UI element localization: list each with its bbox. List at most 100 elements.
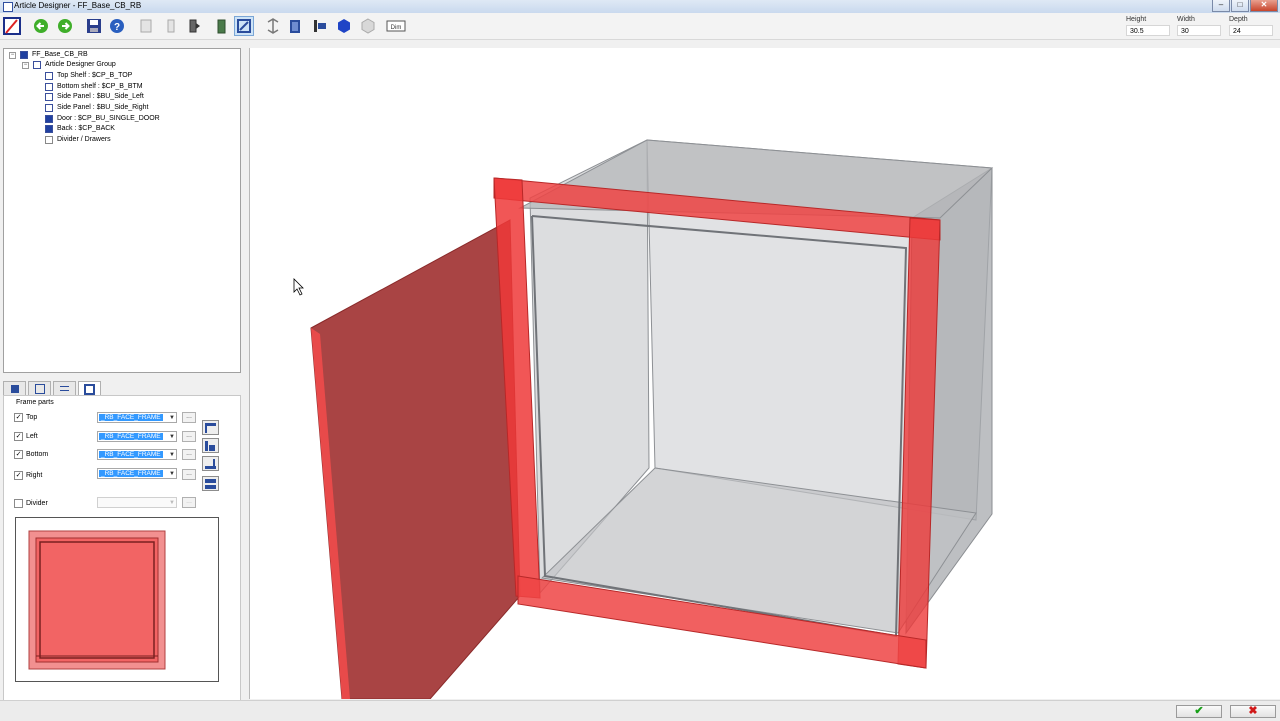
- chevron-down-icon: ▼: [169, 452, 175, 458]
- tree-item-door[interactable]: Door : $CP_BU_SINGLE_DOOR: [45, 114, 160, 124]
- right-frame-select[interactable]: _RB_FACE_FRAME ▼: [97, 468, 177, 479]
- tree-item-top-shelf[interactable]: Top Shelf : $CP_B_TOP: [45, 71, 132, 81]
- divider-browse-button[interactable]: ...: [182, 497, 196, 508]
- root-expander[interactable]: −: [9, 52, 16, 59]
- svg-text:Dim: Dim: [391, 25, 402, 31]
- panel-a-icon[interactable]: [136, 16, 156, 36]
- chevron-down-icon: ▼: [169, 434, 175, 440]
- hexagon-icon[interactable]: [334, 16, 354, 36]
- app-icon: [3, 2, 13, 12]
- shelf-icon: [45, 72, 53, 80]
- tree-item-divider[interactable]: Divider / Drawers: [45, 135, 111, 145]
- ok-button[interactable]: ✔: [1176, 705, 1222, 718]
- tab-frame[interactable]: [78, 381, 101, 396]
- tab-person[interactable]: [28, 381, 51, 395]
- tab-book[interactable]: [3, 381, 26, 395]
- left-frame-select[interactable]: _RB_FACE_FRAME ▼: [97, 431, 177, 442]
- group-icon: [33, 61, 41, 69]
- tree-root[interactable]: FF_Base_CB_RB: [20, 50, 88, 60]
- divider-select[interactable]: ▼: [97, 497, 177, 508]
- top-browse-button[interactable]: ...: [182, 412, 196, 423]
- divider-label: Divider: [26, 500, 48, 507]
- width-field[interactable]: 30: [1177, 25, 1221, 36]
- door-icon[interactable]: [285, 16, 305, 36]
- bottom-frame-select[interactable]: _RB_FACE_FRAME ▼: [97, 449, 177, 460]
- tree-root-label: FF_Base_CB_RB: [32, 51, 88, 58]
- height-field[interactable]: 30.5: [1126, 25, 1170, 36]
- left-checkbox[interactable]: ✓: [14, 432, 23, 441]
- cabinet-3d-view: [293, 139, 994, 700]
- right-checkbox[interactable]: ✓: [14, 471, 23, 480]
- door-icon: [45, 115, 53, 123]
- drawers-icon: [45, 136, 53, 144]
- side-panel-icon: [45, 104, 53, 112]
- help-icon[interactable]: ?: [107, 16, 127, 36]
- save-icon[interactable]: [84, 16, 104, 36]
- panel-b-icon[interactable]: [160, 16, 180, 36]
- window-controls: – □ ✕: [1211, 0, 1278, 12]
- cancel-button[interactable]: ✖: [1230, 705, 1276, 718]
- tab-resize[interactable]: [53, 381, 76, 395]
- minimize-button[interactable]: –: [1212, 0, 1230, 12]
- article-tree: − FF_Base_CB_RB − Article Designer Group…: [3, 48, 241, 373]
- top-checkbox[interactable]: ✓: [14, 413, 23, 422]
- frame-select-icon[interactable]: [234, 16, 254, 36]
- right-browse-button[interactable]: ...: [182, 469, 196, 480]
- frame-left-button[interactable]: [202, 438, 219, 453]
- tree-item-label: Divider / Drawers: [57, 136, 111, 143]
- toolbar: ? Dim Height 30.5 Width 30 Depth 24: [0, 13, 1280, 40]
- maximize-button[interactable]: □: [1231, 0, 1249, 12]
- top-frame-select[interactable]: _RB_FACE_FRAME ▼: [97, 412, 177, 423]
- width-label: Width: [1177, 16, 1195, 23]
- chevron-down-icon: ▼: [169, 500, 175, 506]
- tree-item-label: Door : $CP_BU_SINGLE_DOOR: [57, 115, 160, 122]
- frame-properties-panel: Frame parts ✓ Top _RB_FACE_FRAME ▼ ... ✓ …: [3, 395, 241, 715]
- bottom-browse-button[interactable]: ...: [182, 449, 196, 460]
- frame-icon: [84, 383, 95, 395]
- dimension-icon[interactable]: Dim: [385, 16, 407, 36]
- cursor-icon: [293, 278, 304, 296]
- bottom-label: Bottom: [26, 451, 49, 458]
- tree-item-side-right[interactable]: Side Panel : $BU_Side_Right: [45, 103, 148, 113]
- tree-group[interactable]: Article Designer Group: [33, 60, 116, 70]
- height-label: Height: [1126, 16, 1147, 23]
- align-icon[interactable]: [310, 16, 330, 36]
- tree-item-side-left[interactable]: Side Panel : $BU_Side_Left: [45, 92, 144, 102]
- tree-item-bottom-shelf[interactable]: Bottom shelf : $CP_B_BTM: [45, 82, 143, 92]
- tree-item-back[interactable]: Back : $CP_BACK: [45, 124, 115, 134]
- frame-bottom-button[interactable]: [202, 456, 219, 471]
- split-icon[interactable]: [263, 16, 283, 36]
- chevron-down-icon: ▼: [169, 415, 175, 421]
- window-title: Article Designer - FF_Base_CB_RB: [14, 1, 142, 10]
- title-bar: Article Designer - FF_Base_CB_RB – □ ✕: [0, 0, 1280, 14]
- back-arrow-icon[interactable]: [31, 16, 51, 36]
- 3d-viewport[interactable]: [249, 48, 1280, 700]
- status-bar: ✔ ✖: [0, 700, 1280, 721]
- resize-icon: [60, 386, 69, 391]
- left-browse-button[interactable]: ...: [182, 431, 196, 442]
- frame-right-button[interactable]: [202, 476, 219, 491]
- green-panel-icon[interactable]: [211, 16, 231, 36]
- tree-item-label: Side Panel : $BU_Side_Right: [57, 104, 149, 111]
- bottom-checkbox[interactable]: ✓: [14, 450, 23, 459]
- close-window-button[interactable]: ✕: [1250, 0, 1278, 12]
- person-icon: [34, 383, 45, 394]
- divider-checkbox[interactable]: [14, 499, 23, 508]
- frame-top-button[interactable]: [202, 420, 219, 435]
- frame-preview: [15, 517, 219, 682]
- depth-field[interactable]: 24: [1229, 25, 1273, 36]
- box-icon[interactable]: [358, 16, 378, 36]
- depth-label: Depth: [1229, 16, 1248, 23]
- side-panel-icon: [45, 93, 53, 101]
- panel-c-icon[interactable]: [184, 16, 204, 36]
- group-expander[interactable]: −: [22, 62, 29, 69]
- app-logo-icon[interactable]: [2, 16, 22, 36]
- property-tabs: [3, 381, 103, 396]
- top-label: Top: [26, 414, 38, 421]
- forward-arrow-icon[interactable]: [55, 16, 75, 36]
- tree-item-label: Bottom shelf : $CP_B_BTM: [57, 83, 143, 90]
- left-frame-value: _RB_FACE_FRAME: [99, 433, 163, 440]
- bottom-frame-value: _RB_FACE_FRAME: [99, 451, 163, 458]
- top-frame-value: _RB_FACE_FRAME: [99, 414, 163, 421]
- tree-item-label: Top Shelf : $CP_B_TOP: [57, 72, 133, 79]
